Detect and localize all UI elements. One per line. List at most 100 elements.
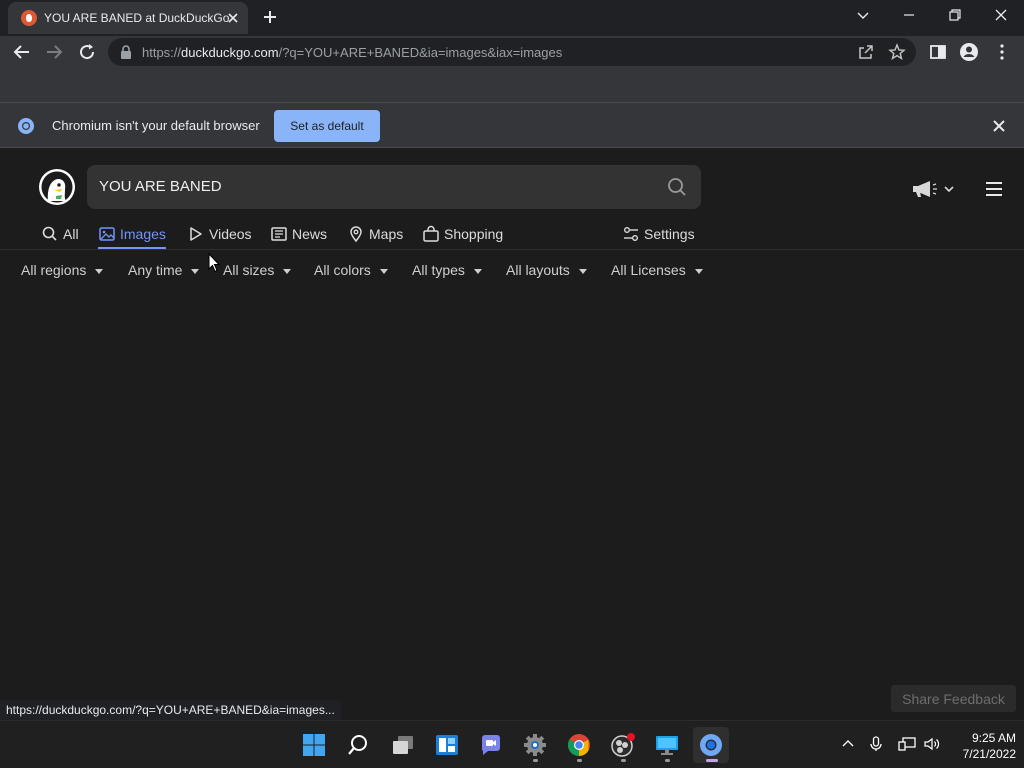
play-icon xyxy=(190,227,202,241)
chromium-icon xyxy=(700,734,722,756)
filter-label: All Licenses xyxy=(611,262,686,278)
browser-tab[interactable]: YOU ARE BANED at DuckDuckGo xyxy=(8,2,248,34)
clock-time: 9:25 AM xyxy=(971,731,1016,745)
sliders-icon xyxy=(624,227,638,241)
lock-icon[interactable] xyxy=(120,45,132,59)
running-indicator xyxy=(533,759,538,762)
share-feedback-button[interactable]: Share Feedback xyxy=(891,685,1016,712)
duckduckgo-logo-icon[interactable] xyxy=(38,168,76,206)
task-view-icon xyxy=(393,736,413,754)
bookmark-star-icon[interactable] xyxy=(887,42,907,62)
link-status-bubble: https://duckduckgo.com/?q=YOU+ARE+BANED&… xyxy=(0,700,341,720)
image-filter-bar: All regions Any time All sizes All color… xyxy=(0,251,1024,291)
forward-arrow-icon[interactable] xyxy=(43,41,65,63)
filter-types[interactable]: All types xyxy=(412,262,482,278)
taskbar-chromium[interactable] xyxy=(693,727,729,763)
tab-label: News xyxy=(292,226,328,242)
new-tab-icon[interactable] xyxy=(259,6,281,28)
remote-desktop-icon xyxy=(656,736,678,755)
settings-label: Settings xyxy=(644,226,695,242)
search-icon[interactable] xyxy=(666,176,688,198)
taskbar-widgets[interactable] xyxy=(429,727,465,763)
restore-icon[interactable] xyxy=(944,4,966,26)
infobar-message: Chromium isn't your default browser xyxy=(52,118,260,133)
mouse-cursor-icon xyxy=(208,253,220,273)
microphone-icon[interactable] xyxy=(867,735,885,753)
tab-all[interactable]: All xyxy=(41,222,79,246)
widgets-icon xyxy=(436,735,458,755)
filter-sizes[interactable]: All sizes xyxy=(223,262,292,278)
caret-down-icon xyxy=(191,268,200,274)
filter-label: Any time xyxy=(128,262,183,278)
settings-gear-icon xyxy=(524,734,546,756)
taskbar-obs[interactable] xyxy=(605,727,641,763)
clock-date: 7/21/2022 xyxy=(962,747,1016,761)
profile-icon[interactable] xyxy=(958,41,980,63)
shopping-bag-icon xyxy=(423,225,439,242)
filter-label: All regions xyxy=(21,262,87,278)
show-hidden-icons-chevron-icon[interactable] xyxy=(839,735,857,753)
search-input[interactable]: YOU ARE BANED xyxy=(87,165,701,209)
taskbar-task-view[interactable] xyxy=(385,727,421,763)
caret-down-icon xyxy=(379,268,388,274)
taskbar-start[interactable] xyxy=(296,727,332,763)
search-icon xyxy=(42,226,57,241)
tab-close-icon[interactable] xyxy=(224,9,242,27)
back-arrow-icon[interactable] xyxy=(11,41,33,63)
url-host: duckduckgo.com xyxy=(181,45,279,60)
address-bar[interactable]: https://duckduckgo.com/?q=YOU+ARE+BANED&… xyxy=(108,38,916,66)
tab-videos[interactable]: Videos xyxy=(187,222,252,246)
filter-colors[interactable]: All colors xyxy=(314,262,388,278)
chromium-icon xyxy=(18,118,34,134)
tab-label: Images xyxy=(120,226,166,242)
settings-link[interactable]: Settings xyxy=(622,222,695,246)
running-indicator xyxy=(665,759,670,762)
image-icon xyxy=(99,227,115,241)
tab-shopping[interactable]: Shopping xyxy=(422,222,503,246)
search-query[interactable]: YOU ARE BANED xyxy=(99,178,222,195)
caret-down-icon xyxy=(95,268,104,274)
obs-icon xyxy=(611,733,635,757)
default-browser-infobar: Chromium isn't your default browser Set … xyxy=(0,102,1024,148)
megaphone-icon[interactable] xyxy=(910,178,958,200)
kebab-menu-icon[interactable] xyxy=(991,41,1013,63)
caret-down-icon xyxy=(578,268,587,274)
taskbar-remote-desktop[interactable] xyxy=(649,727,685,763)
url-text[interactable]: https://duckduckgo.com/?q=YOU+ARE+BANED&… xyxy=(142,45,562,60)
side-panel-icon[interactable] xyxy=(927,41,949,63)
caret-down-icon xyxy=(694,268,703,274)
filter-time[interactable]: Any time xyxy=(128,262,200,278)
network-icon[interactable] xyxy=(898,735,916,753)
close-window-icon[interactable] xyxy=(990,4,1012,26)
reload-icon[interactable] xyxy=(76,41,98,63)
teams-chat-icon xyxy=(481,735,500,755)
url-path: /?q=YOU+ARE+BANED&ia=images&iax=images xyxy=(278,45,563,60)
taskbar-search[interactable] xyxy=(340,727,376,763)
tab-news[interactable]: News xyxy=(270,222,327,246)
taskbar-teams-chat[interactable] xyxy=(473,727,509,763)
share-icon[interactable] xyxy=(856,42,876,62)
url-scheme: https:// xyxy=(142,45,182,60)
search-icon xyxy=(348,735,367,755)
filter-licenses[interactable]: All Licenses xyxy=(611,262,703,278)
filter-regions[interactable]: All regions xyxy=(21,262,104,278)
infobar-close-icon[interactable] xyxy=(990,117,1008,135)
system-clock[interactable]: 9:25 AM 7/21/2022 xyxy=(946,730,1016,762)
duckduckgo-icon xyxy=(21,10,37,26)
running-indicator xyxy=(706,759,718,762)
filter-label: All colors xyxy=(314,262,371,278)
tab-strip: YOU ARE BANED at DuckDuckGo xyxy=(0,0,1024,36)
volume-icon[interactable] xyxy=(923,735,941,753)
filter-layouts[interactable]: All layouts xyxy=(506,262,587,278)
map-pin-icon xyxy=(350,226,362,243)
set-as-default-button[interactable]: Set as default xyxy=(274,110,380,142)
tab-maps[interactable]: Maps xyxy=(347,222,403,246)
hamburger-menu-icon[interactable] xyxy=(983,178,1005,200)
taskbar-settings[interactable] xyxy=(517,727,553,763)
taskbar-chrome[interactable] xyxy=(561,727,597,763)
browser-toolbar: https://duckduckgo.com/?q=YOU+ARE+BANED&… xyxy=(0,36,1024,102)
tab-images[interactable]: Images xyxy=(98,222,166,246)
running-indicator xyxy=(621,759,626,762)
tab-search-chevron-icon[interactable] xyxy=(852,4,874,26)
minimize-icon[interactable] xyxy=(898,4,920,26)
